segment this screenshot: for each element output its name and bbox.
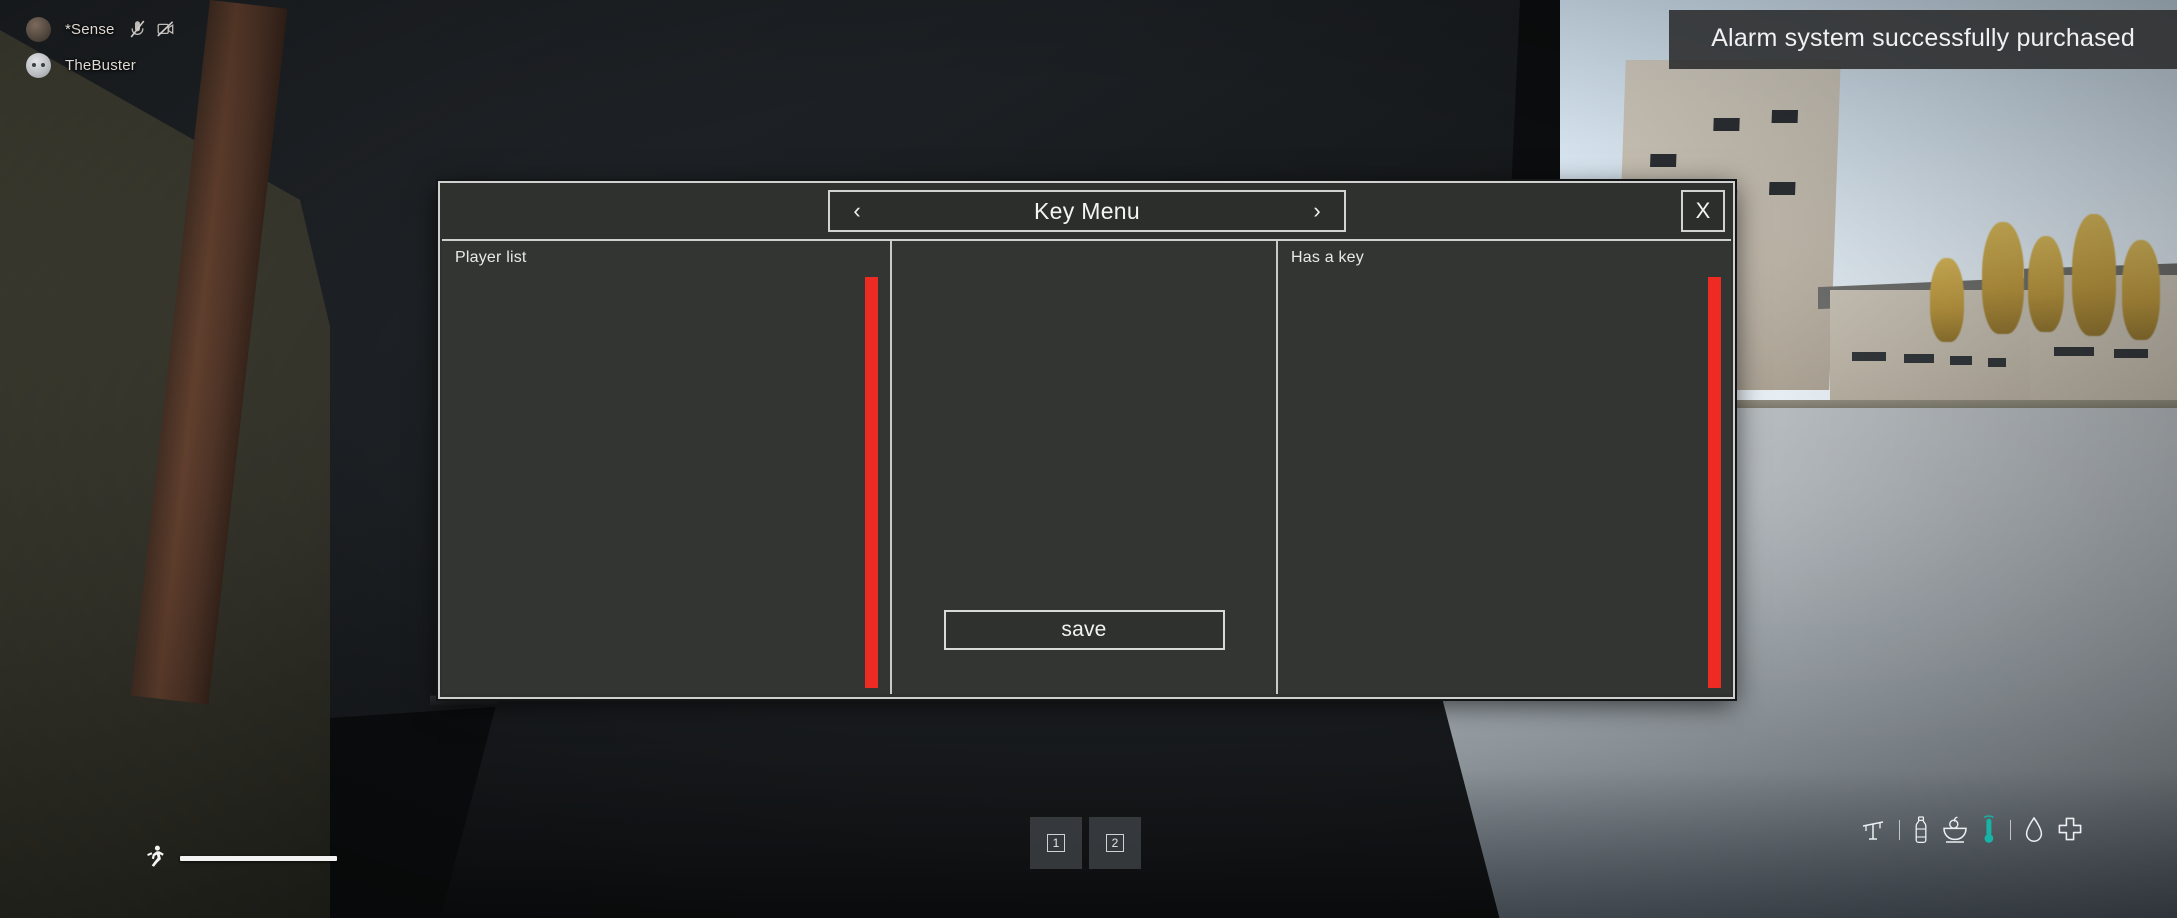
hotbar-key-label: 1 xyxy=(1047,834,1065,852)
has-key-title: Has a key xyxy=(1291,249,1364,266)
dialog-title-bar: ‹ Key Menu › X xyxy=(440,183,1733,239)
notification-toast: Alarm system successfully purchased xyxy=(1669,10,2177,69)
player-status-icons xyxy=(130,20,174,38)
avatar xyxy=(26,16,51,42)
player-list-items[interactable] xyxy=(442,277,890,694)
running-man-icon xyxy=(146,845,164,872)
mic-muted-icon xyxy=(130,20,145,38)
actions-panel: save xyxy=(892,241,1278,694)
player-row: *Sense xyxy=(26,12,174,46)
divider xyxy=(1899,820,1900,840)
hotbar-slot[interactable]: 2 xyxy=(1089,817,1141,869)
save-button[interactable]: save xyxy=(943,610,1225,650)
notification-message: Alarm system successfully purchased xyxy=(1711,24,2135,52)
chevron-left-icon[interactable]: ‹ xyxy=(844,200,870,222)
has-key-panel: Has a key xyxy=(1278,241,1731,694)
key-menu-dialog: ‹ Key Menu › X Player list save Has a ke… xyxy=(438,181,1735,699)
water-bottle-icon xyxy=(1913,816,1929,844)
blood-drop-icon xyxy=(2024,816,2044,844)
player-name: *Sense xyxy=(65,20,115,38)
player-list-title: Player list xyxy=(455,249,527,266)
thermometer-icon xyxy=(1981,815,1997,845)
divider xyxy=(2010,820,2011,840)
chevron-right-icon[interactable]: › xyxy=(1304,200,1330,222)
dialog-panels: Player list save Has a key xyxy=(442,239,1731,694)
weight-icon xyxy=(1860,817,1886,843)
stamina-indicator xyxy=(146,845,337,872)
scrollbar-thumb[interactable] xyxy=(865,277,878,688)
has-key-scrollbar[interactable] xyxy=(1708,277,1721,688)
player-list-scrollbar[interactable] xyxy=(865,277,878,688)
player-list-hud: *Sense TheBuster xyxy=(26,12,174,84)
health-cross-icon xyxy=(2057,817,2083,843)
scrollbar-thumb[interactable] xyxy=(1708,277,1721,688)
avatar xyxy=(26,52,51,78)
stamina-bar xyxy=(180,856,337,861)
hotbar: 1 2 xyxy=(1030,817,1141,869)
camera-muted-icon xyxy=(156,21,174,37)
dialog-title: Key Menu xyxy=(1034,197,1140,224)
title-navigator[interactable]: ‹ Key Menu › xyxy=(828,190,1346,232)
player-name: TheBuster xyxy=(65,56,136,74)
hotbar-slot[interactable]: 1 xyxy=(1030,817,1082,869)
status-icons-bar xyxy=(1860,815,2083,845)
has-key-items[interactable] xyxy=(1278,277,1731,694)
close-button[interactable]: X xyxy=(1681,190,1725,232)
hotbar-key-label: 2 xyxy=(1106,834,1124,852)
food-bowl-icon xyxy=(1942,816,1968,844)
player-list-panel: Player list xyxy=(442,241,892,694)
player-row: TheBuster xyxy=(26,48,174,82)
